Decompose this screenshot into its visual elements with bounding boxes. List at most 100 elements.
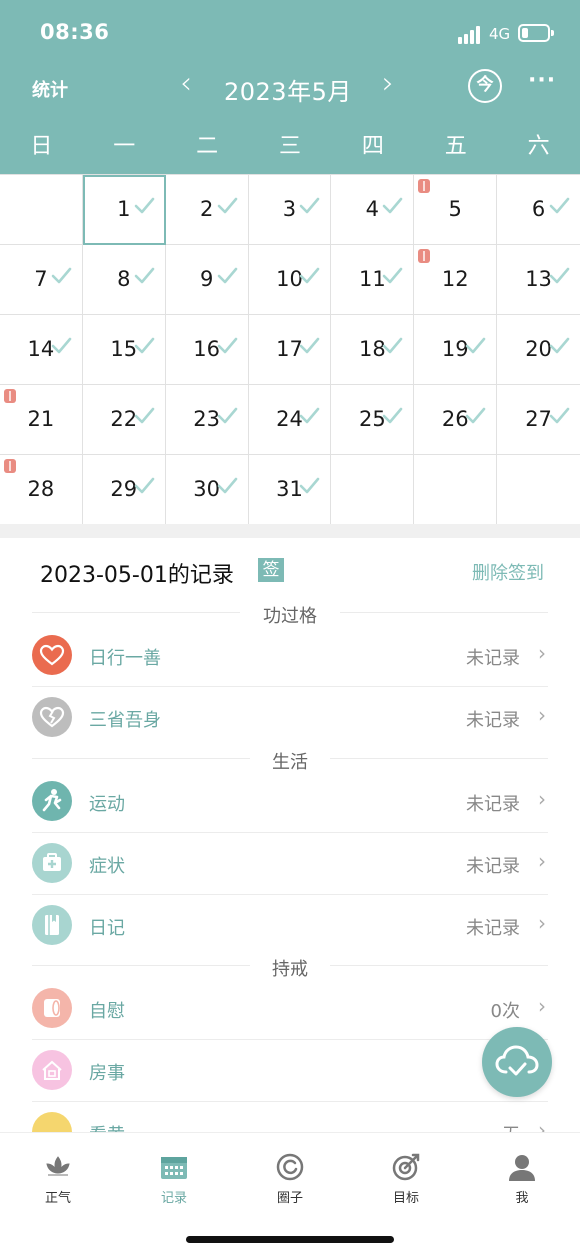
calendar-day[interactable]: 4 [331, 175, 415, 245]
calendar-day[interactable]: 23 [165, 385, 249, 455]
day-number: 21 [27, 407, 55, 431]
calendar-day[interactable]: 9 [165, 245, 249, 315]
calendar-day[interactable]: 12 [414, 245, 498, 315]
target-icon [392, 1153, 420, 1181]
checkmark-icon [381, 195, 403, 217]
today-button[interactable]: 今 [468, 69, 502, 103]
calendar-day[interactable]: 10 [248, 245, 332, 315]
cloud-sync-button[interactable] [482, 1027, 552, 1097]
broken-heart-icon [32, 697, 72, 737]
tab-label: 圈子 [276, 1191, 303, 1206]
row-label: 自慰 [89, 1001, 125, 1022]
weekday-row: 日 一 二 三 四 五 六 [0, 128, 580, 168]
row-label: 三省吾身 [89, 710, 161, 731]
circle-icon [276, 1153, 304, 1181]
calendar-day[interactable]: 20 [497, 315, 580, 385]
weekday-label: 六 [527, 134, 550, 159]
row-symptom[interactable]: 症状 未记录 › [32, 833, 548, 894]
checkmark-icon [50, 335, 72, 357]
tab-zhengqi[interactable]: 正气 [18, 1151, 98, 1206]
checkmark-icon [133, 405, 155, 427]
month-title: 2023年5月 [224, 78, 352, 106]
calendar-day[interactable]: 24 [248, 385, 332, 455]
calendar-day[interactable]: 1 [82, 175, 166, 245]
tissue-roll-icon [4, 459, 16, 473]
row-diary[interactable]: 日记 未记录 › [32, 895, 548, 956]
checkmark-icon [381, 335, 403, 357]
calendar-day[interactable]: 26 [414, 385, 498, 455]
signal-icon [458, 26, 482, 44]
row-label: 症状 [89, 856, 125, 877]
calendar-day[interactable]: 27 [497, 385, 580, 455]
tab-label: 目标 [392, 1191, 419, 1206]
calendar-day[interactable]: 17 [248, 315, 332, 385]
calendar-day[interactable]: 22 [82, 385, 166, 455]
row-self-comfort[interactable]: 自慰 0次 › [32, 978, 548, 1039]
weekday-label: 四 [361, 134, 384, 159]
checkmark-icon [133, 335, 155, 357]
calendar-day[interactable]: 13 [497, 245, 580, 315]
tab-me[interactable]: 我 [482, 1151, 562, 1206]
day-number: 28 [27, 477, 55, 501]
calendar-day[interactable]: 31 [248, 455, 332, 525]
row-reflection[interactable]: 三省吾身 未记录 › [32, 687, 548, 748]
calendar-day[interactable]: 7 [0, 245, 83, 315]
calendar-day[interactable]: 14 [0, 315, 83, 385]
tissue-roll-icon [4, 389, 16, 403]
day-number: 5 [448, 197, 462, 221]
tab-label: 我 [515, 1191, 529, 1206]
more-menu-button[interactable]: ··· [528, 68, 556, 93]
checkmark-icon [548, 405, 570, 427]
row-label: 运动 [89, 794, 125, 815]
calendar-day[interactable]: 5 [414, 175, 498, 245]
calendar-day[interactable]: 3 [248, 175, 332, 245]
checkmark-icon [381, 265, 403, 287]
next-month-button[interactable]: › [382, 66, 394, 101]
row-value: 未记录 [466, 918, 520, 939]
calendar-day[interactable]: 15 [82, 315, 166, 385]
calendar-day[interactable]: 16 [165, 315, 249, 385]
tab-records[interactable]: 记录 [134, 1151, 214, 1206]
status-time: 08:36 [40, 20, 110, 44]
checkmark-icon [216, 265, 238, 287]
tissue-roll-icon [418, 179, 431, 193]
tab-goals[interactable]: 目标 [366, 1151, 446, 1206]
checkmark-icon [133, 475, 155, 497]
calendar-day[interactable]: 2 [165, 175, 249, 245]
calendar-day[interactable]: 6 [497, 175, 580, 245]
calendar-day[interactable]: 30 [165, 455, 249, 525]
cloud-check-icon [495, 1045, 539, 1076]
delete-signin-button[interactable]: 删除签到 [472, 559, 544, 585]
stats-button[interactable]: 统计 [32, 76, 68, 102]
calendar-day[interactable]: 8 [82, 245, 166, 315]
calendar-day[interactable]: 28 [0, 455, 83, 525]
row-label: 日行一善 [89, 648, 161, 669]
checkmark-icon [548, 265, 570, 287]
calendar-day[interactable]: 29 [82, 455, 166, 525]
chevron-right-icon: › [538, 641, 546, 665]
calendar-day[interactable]: 11 [331, 245, 415, 315]
row-exercise[interactable]: 运动 未记录 › [32, 771, 548, 832]
house-icon [32, 1050, 72, 1090]
weekday-label: 一 [113, 134, 136, 159]
chevron-right-icon: › [538, 703, 546, 727]
row-intercourse[interactable]: 房事 [32, 1040, 548, 1101]
calendar-day[interactable]: 21 [0, 385, 83, 455]
checkmark-icon [298, 475, 320, 497]
prev-month-button[interactable]: ‹ [180, 66, 192, 101]
row-good-deed[interactable]: 日行一善 未记录 › [32, 625, 548, 686]
chevron-right-icon: › [538, 994, 546, 1018]
row-porn[interactable]: 看黄 无 › [32, 1102, 548, 1132]
tab-label: 记录 [160, 1191, 187, 1206]
calendar-day[interactable]: 19 [414, 315, 498, 385]
weekday-label: 日 [30, 134, 53, 159]
calendar-day[interactable]: 18 [331, 315, 415, 385]
running-icon [32, 781, 72, 821]
row-value: 未记录 [466, 648, 520, 669]
checkmark-icon [464, 405, 486, 427]
row-value: 0次 [490, 1001, 520, 1022]
row-value: 未记录 [466, 710, 520, 731]
calendar-empty-cell [331, 455, 415, 525]
calendar-day[interactable]: 25 [331, 385, 415, 455]
tab-circle[interactable]: 圈子 [250, 1151, 330, 1206]
